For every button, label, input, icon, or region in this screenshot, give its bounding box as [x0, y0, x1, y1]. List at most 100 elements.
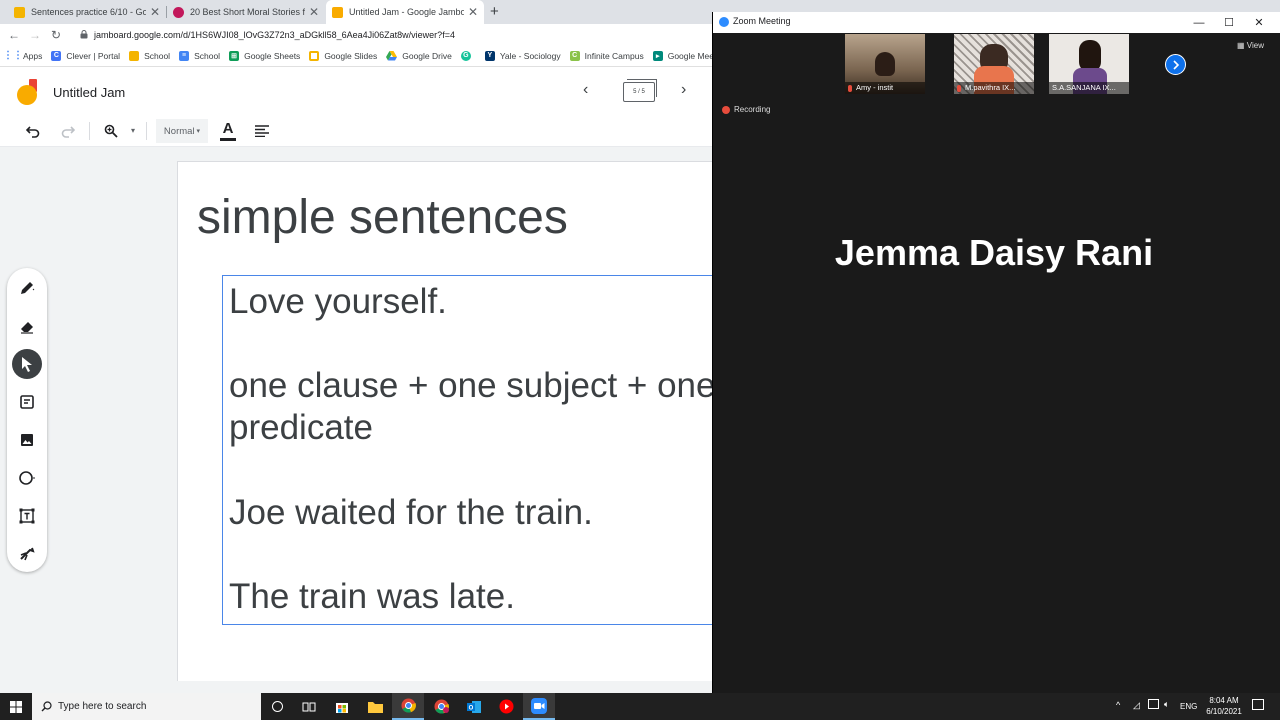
image-tool[interactable] [12, 425, 42, 455]
text-line: The train was late. [229, 577, 515, 616]
minimize-icon[interactable]: — [1184, 12, 1214, 33]
battery-icon[interactable] [1148, 699, 1159, 709]
chrome-taskbar-button[interactable] [392, 693, 424, 720]
tab-untitled-jam[interactable]: Untitled Jam - Google Jamboard ✕ [326, 0, 484, 24]
grid-view-icon: ▦ [1237, 41, 1247, 50]
network-icon[interactable]: ◿ [1133, 700, 1140, 711]
image-icon [21, 434, 33, 446]
slides-icon [309, 50, 320, 61]
bookmark-school-classroom[interactable]: School [129, 50, 171, 61]
zoom-taskbar-button[interactable] [523, 693, 555, 720]
text-box-tool[interactable] [12, 501, 42, 531]
chevron-right-icon [1172, 59, 1179, 70]
bookmark-google-meet[interactable]: ▸ Google Meet [652, 50, 712, 61]
bookmark-school-docs[interactable]: ≡ School [179, 50, 220, 61]
slides-favicon-icon [14, 6, 25, 18]
chrome-profile-taskbar-button[interactable] [425, 693, 457, 720]
recording-indicator[interactable]: Recording [722, 105, 770, 114]
bookmark-yale[interactable]: Y Yale - Sociology [484, 50, 561, 61]
clock-date: 6/10/2021 [1206, 707, 1242, 716]
start-button[interactable] [0, 693, 32, 720]
tab-title: Untitled Jam - Google Jamboard [349, 7, 464, 17]
font-style-select[interactable]: Normal ▾ [156, 119, 208, 143]
clever-icon: C [51, 50, 62, 61]
taskbar-search[interactable]: Type here to search [32, 693, 261, 720]
tab-sentences-practice[interactable]: Sentences practice 6/10 - Googl ✕ [8, 0, 166, 24]
close-tab-icon[interactable]: ✕ [468, 5, 478, 19]
input-language[interactable]: ENG [1180, 702, 1197, 711]
youtube-taskbar-button[interactable] [490, 693, 522, 720]
maximize-icon[interactable]: ☐ [1214, 12, 1244, 33]
docs-icon: ≡ [179, 50, 190, 61]
shape-tool[interactable] [12, 463, 42, 493]
bookmark-apps[interactable]: ⋮⋮ Apps [3, 50, 42, 61]
eraser-tool[interactable] [12, 311, 42, 341]
next-frame-icon[interactable]: › [681, 81, 686, 99]
bookmark-label: School [144, 50, 171, 61]
chrome-icon [401, 698, 416, 713]
reload-icon[interactable]: ↻ [47, 24, 65, 45]
sticky-note-tool[interactable] [12, 387, 42, 417]
close-tab-icon[interactable]: ✕ [150, 5, 160, 19]
volume-icon[interactable]: 🔈︎ [1164, 699, 1169, 710]
frame-heading-text[interactable]: simple sentences [197, 190, 568, 245]
participant-name: Amy - instit [856, 83, 894, 92]
frame-bar-toggle[interactable]: 5 / 5 [623, 82, 655, 102]
file-explorer-button[interactable] [359, 693, 391, 720]
zoom-icon[interactable] [104, 124, 118, 138]
outlook-taskbar-button[interactable]: O [458, 693, 490, 720]
url-field[interactable]: jamboard.google.com/d/1HS6WJI08_lOvG3Z72… [80, 26, 455, 43]
cortana-button[interactable] [261, 693, 293, 720]
task-view-button[interactable] [293, 693, 325, 720]
participant-name-caption: M.pavithra IX... [954, 82, 1034, 94]
participant-thumbnail[interactable]: M.pavithra IX... [954, 34, 1034, 94]
participant-thumbnail[interactable]: Amy - instit [845, 34, 925, 94]
text-color-button[interactable]: A [220, 121, 236, 141]
align-icon[interactable] [255, 125, 269, 137]
bookmark-label: Google Meet [667, 50, 712, 61]
windows-logo-icon [10, 700, 22, 713]
font-style-value: Normal [163, 125, 195, 137]
select-tool[interactable] [12, 349, 42, 379]
redo-icon[interactable] [61, 124, 75, 138]
zoom-dropdown-icon[interactable]: ▾ [131, 126, 135, 135]
bookmark-infinite-campus[interactable]: C Infinite Campus [569, 50, 644, 61]
participant-name: M.pavithra IX... [965, 83, 1016, 92]
bookmark-label: Google Sheets [244, 50, 301, 61]
close-icon[interactable]: ✕ [1244, 12, 1274, 33]
participant-silhouette [875, 52, 895, 76]
close-tab-icon[interactable]: ✕ [309, 5, 319, 19]
jamboard-favicon-icon [332, 6, 343, 18]
bookmark-google-drive[interactable]: Google Drive [386, 50, 452, 61]
undo-icon[interactable] [26, 124, 40, 138]
previous-frame-icon[interactable]: ‹ [583, 81, 588, 99]
new-tab-icon[interactable]: + [490, 3, 499, 20]
laser-tool[interactable] [12, 539, 42, 569]
eraser-icon [21, 322, 33, 334]
active-speaker-name: Jemma Daisy Rani [834, 232, 1154, 273]
store-taskbar-button[interactable] [326, 693, 358, 720]
bookmark-clever[interactable]: C Clever | Portal [51, 50, 121, 61]
forward-icon[interactable]: → [26, 24, 44, 45]
jam-title[interactable]: Untitled Jam [53, 85, 125, 100]
view-button[interactable]: ▦ View [1237, 41, 1264, 50]
store-icon [336, 702, 348, 713]
tab-moral-stories[interactable]: 20 Best Short Moral Stories for K ✕ [167, 0, 325, 24]
selected-text-box[interactable] [222, 275, 722, 625]
back-icon[interactable]: ← [5, 24, 23, 45]
bookmark-label: Google Drive [402, 50, 452, 61]
bookmark-grammarly[interactable]: G [460, 50, 476, 61]
notifications-icon[interactable] [1252, 699, 1264, 710]
participant-thumbnail[interactable]: S.A.SANJANA IX... [1049, 34, 1129, 94]
taskbar-clock[interactable]: 8:04 AM 6/10/2021 [1198, 695, 1250, 717]
recording-label: Recording [734, 105, 771, 114]
pen-tool[interactable] [12, 273, 42, 303]
bookmark-label: Infinite Campus [584, 50, 644, 61]
bookmark-label: Clever | Portal [66, 50, 121, 61]
bookmark-google-slides[interactable]: Google Slides [309, 50, 377, 61]
next-participants-button[interactable] [1165, 54, 1186, 75]
bookmark-google-sheets[interactable]: ⊞ Google Sheets [229, 50, 301, 61]
select-icon [22, 357, 32, 372]
show-hidden-icons-icon[interactable]: ^ [1116, 700, 1120, 710]
bookmark-label: Yale - Sociology [499, 50, 561, 61]
